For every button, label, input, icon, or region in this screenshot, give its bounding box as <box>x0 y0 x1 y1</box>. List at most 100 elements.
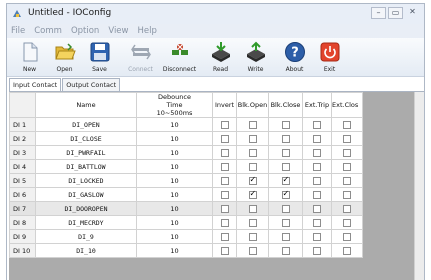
invert-checkbox[interactable] <box>220 218 229 227</box>
row-header[interactable]: DI 3 <box>9 145 36 160</box>
ext-trip-checkbox[interactable] <box>313 246 321 255</box>
name-cell[interactable]: DI_BATTLOW <box>35 159 137 174</box>
ext-trip-checkbox[interactable] <box>313 232 321 241</box>
name-cell[interactable]: DI_DOOROPEN <box>35 201 137 216</box>
ext-close-checkbox[interactable] <box>343 190 351 199</box>
invert-checkbox[interactable] <box>220 204 229 213</box>
write-button[interactable]: Write <box>238 38 273 77</box>
minimize-button[interactable]: – <box>371 7 386 19</box>
debounce-cell[interactable]: 10 <box>136 131 213 146</box>
blk-open-cell[interactable] <box>236 229 269 244</box>
blk-open-cell[interactable] <box>236 173 269 188</box>
row-header[interactable]: DI 9 <box>9 229 36 244</box>
blk-open-cell[interactable] <box>236 243 269 258</box>
ext-close-cell[interactable] <box>331 131 363 146</box>
invert-cell[interactable] <box>212 173 237 188</box>
maximize-button[interactable]: ▭ <box>388 7 403 19</box>
ext-trip-cell[interactable] <box>302 215 332 230</box>
blk-open-cell[interactable] <box>236 145 269 160</box>
ext-trip-cell[interactable] <box>302 187 332 202</box>
read-button[interactable]: Read <box>203 38 238 77</box>
menu-help[interactable]: Help <box>137 24 156 38</box>
ext-close-checkbox[interactable] <box>343 204 351 213</box>
blk-close-checkbox[interactable] <box>281 148 290 157</box>
blk-open-cell[interactable] <box>236 159 269 174</box>
table-row[interactable]: DI 7 DI_DOOROPEN 10 <box>9 201 363 216</box>
row-header[interactable]: DI 7 <box>9 201 36 216</box>
ext-close-checkbox[interactable] <box>343 232 351 241</box>
debounce-cell[interactable]: 10 <box>136 187 213 202</box>
menu-file[interactable]: File <box>11 24 25 38</box>
ext-trip-cell[interactable] <box>302 145 332 160</box>
blk-open-cell[interactable] <box>236 215 269 230</box>
blk-close-checkbox[interactable] <box>281 189 290 199</box>
invert-cell[interactable] <box>212 243 237 258</box>
ext-close-checkbox[interactable] <box>343 246 351 255</box>
ext-close-checkbox[interactable] <box>343 162 351 171</box>
invert-checkbox[interactable] <box>220 176 229 185</box>
ext-trip-cell[interactable] <box>302 201 332 216</box>
ext-close-cell[interactable] <box>331 117 363 132</box>
blk-close-checkbox[interactable] <box>281 218 290 227</box>
menu-comm[interactable]: Comm <box>34 24 62 38</box>
blk-open-checkbox[interactable] <box>248 175 257 185</box>
ext-trip-checkbox[interactable] <box>313 218 321 227</box>
invert-cell[interactable] <box>212 201 237 216</box>
table-row[interactable]: DI 8 DI_MECRDY 10 <box>9 215 363 230</box>
blk-close-cell[interactable] <box>268 145 303 160</box>
ext-close-cell[interactable] <box>331 159 363 174</box>
debounce-cell[interactable]: 10 <box>136 145 213 160</box>
blk-open-checkbox[interactable] <box>248 189 257 199</box>
name-cell[interactable]: DI_GASLOW <box>35 187 137 202</box>
ext-close-cell[interactable] <box>331 229 363 244</box>
row-header[interactable]: DI 6 <box>9 187 36 202</box>
ext-trip-cell[interactable] <box>302 229 332 244</box>
debounce-cell[interactable]: 10 <box>136 117 213 132</box>
blk-close-cell[interactable] <box>268 131 303 146</box>
menu-option[interactable]: Option <box>71 24 99 38</box>
blk-open-checkbox[interactable] <box>248 162 257 171</box>
blk-close-checkbox[interactable] <box>281 175 290 185</box>
vertical-scrollbar[interactable] <box>414 92 424 280</box>
invert-cell[interactable] <box>212 215 237 230</box>
name-cell[interactable]: DI_PWRFAIL <box>35 145 137 160</box>
name-cell[interactable]: DI_CLOSE <box>35 131 137 146</box>
row-header[interactable]: DI 5 <box>9 173 36 188</box>
ext-close-cell[interactable] <box>331 201 363 216</box>
name-cell[interactable]: DI_9 <box>35 229 137 244</box>
ext-trip-checkbox[interactable] <box>313 190 321 199</box>
row-header[interactable]: DI 4 <box>9 159 36 174</box>
disconnect-button[interactable]: Disconnect <box>160 38 199 77</box>
ext-trip-checkbox[interactable] <box>313 148 321 157</box>
table-row[interactable]: DI 4 DI_BATTLOW 10 <box>9 159 363 174</box>
table-row[interactable]: DI 5 DI_LOCKED 10 <box>9 173 363 188</box>
table-row[interactable]: DI 9 DI_9 10 <box>9 229 363 244</box>
invert-checkbox[interactable] <box>220 148 229 157</box>
tab-output-contact[interactable]: Output Contact <box>62 78 121 91</box>
blk-open-checkbox[interactable] <box>248 218 257 227</box>
invert-checkbox[interactable] <box>220 190 229 199</box>
table-row[interactable]: DI 6 DI_GASLOW 10 <box>9 187 363 202</box>
table-row[interactable]: DI 1 DI_OPEN 10 <box>9 117 363 132</box>
ext-trip-cell[interactable] <box>302 173 332 188</box>
ext-close-cell[interactable] <box>331 243 363 258</box>
blk-close-cell[interactable] <box>268 187 303 202</box>
row-header[interactable]: DI 1 <box>9 117 36 132</box>
invert-cell[interactable] <box>212 145 237 160</box>
ext-trip-checkbox[interactable] <box>313 204 321 213</box>
ext-close-cell[interactable] <box>331 187 363 202</box>
blk-close-checkbox[interactable] <box>281 204 290 213</box>
row-header[interactable]: DI 10 <box>9 243 36 258</box>
invert-checkbox[interactable] <box>220 134 229 143</box>
table-row[interactable]: DI 2 DI_CLOSE 10 <box>9 131 363 146</box>
blk-open-cell[interactable] <box>236 187 269 202</box>
blk-close-cell[interactable] <box>268 173 303 188</box>
debounce-cell[interactable]: 10 <box>136 159 213 174</box>
invert-checkbox[interactable] <box>220 162 229 171</box>
open-button[interactable]: Open <box>47 38 82 77</box>
ext-trip-cell[interactable] <box>302 131 332 146</box>
blk-close-cell[interactable] <box>268 215 303 230</box>
save-button[interactable]: Save <box>82 38 117 77</box>
name-cell[interactable]: DI_LOCKED <box>35 173 137 188</box>
about-button[interactable]: ? About <box>277 38 312 77</box>
